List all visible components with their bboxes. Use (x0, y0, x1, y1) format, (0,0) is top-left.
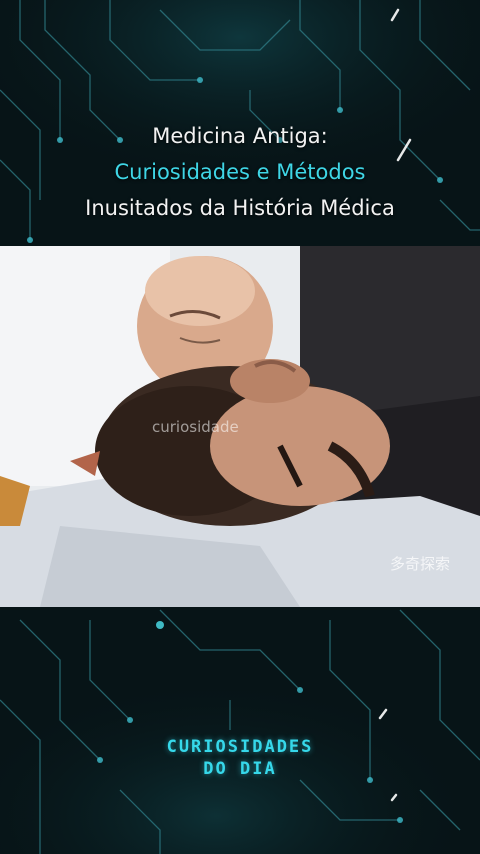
brand-logo: CURIOSIDADES DO DIA (0, 736, 480, 780)
watermark-source: 多奇探索 (390, 555, 451, 573)
title-line-2: Curiosidades e Métodos (114, 160, 366, 184)
watermark-channel: curiosidade (152, 418, 239, 436)
title-line-1: Medicina Antiga: (152, 124, 328, 148)
brand-line-2: DO DIA (203, 759, 277, 779)
title-line-3: Inusitados da História Médica (85, 196, 395, 220)
brand-line-1: CURIOSIDADES (166, 737, 314, 757)
video-title: Medicina Antiga: Curiosidades e Métodos … (0, 118, 480, 226)
